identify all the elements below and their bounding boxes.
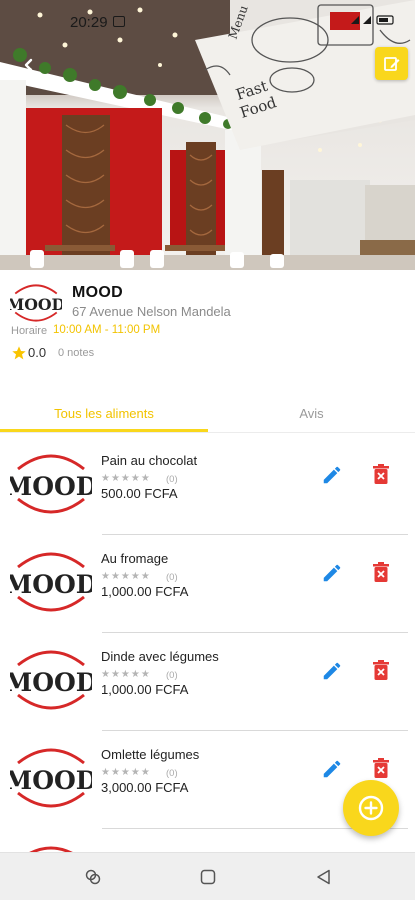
food-image: MOOD <box>10 449 92 519</box>
tab-divider <box>0 432 415 433</box>
food-price: 1,000.00 FCFA <box>101 584 189 599</box>
food-price: 500.00 FCFA <box>101 486 178 501</box>
mood-logo-image <box>29 846 73 852</box>
food-item[interactable]: MOOD Dinde avec légumes ★★★★★ (0) 1,000.… <box>0 633 415 731</box>
back-button[interactable] <box>14 50 44 80</box>
tab-all-foods[interactable]: Tous les aliments <box>0 393 208 433</box>
recents-icon <box>85 869 101 885</box>
status-icons <box>349 14 397 29</box>
add-circle-icon <box>358 795 384 821</box>
food-image: MOOD <box>10 743 92 813</box>
rating-value: 0.0 <box>28 345 47 360</box>
nav-home-button[interactable] <box>198 867 218 887</box>
food-name: Au fromage <box>101 551 169 566</box>
trash-icon[interactable] <box>372 464 390 484</box>
gallery-notification-icon <box>113 16 125 27</box>
nav-recents-button[interactable] <box>83 867 103 887</box>
pencil-icon[interactable] <box>321 464 343 486</box>
back-arrow-icon <box>24 58 33 72</box>
trash-icon[interactable] <box>372 758 390 778</box>
system-navigation-bar <box>0 852 415 900</box>
status-time: 20:29 <box>70 14 108 31</box>
edit-restaurant-button[interactable] <box>375 47 408 80</box>
food-name: Omlette légumes <box>101 747 200 762</box>
restaurant-address: 67 Avenue Nelson Mandela <box>72 304 231 319</box>
svg-text:MOOD: MOOD <box>10 570 92 599</box>
svg-text:MOOD: MOOD <box>10 472 92 501</box>
add-food-button[interactable] <box>343 780 399 836</box>
food-item[interactable]: MOOD Pain au chocolat ★★★★★ (0) 500.00 F… <box>0 437 415 535</box>
nav-back-button[interactable] <box>314 867 334 887</box>
food-item-partial[interactable] <box>0 829 415 852</box>
food-review-count: (0) <box>166 572 178 583</box>
food-review-count: (0) <box>166 474 178 485</box>
food-price: 3,000.00 FCFA <box>101 780 189 795</box>
food-name: Pain au chocolat <box>101 453 198 468</box>
triangle-back-icon <box>317 869 330 885</box>
pencil-icon[interactable] <box>321 758 343 780</box>
restaurant-name: MOOD <box>72 284 123 301</box>
star-icon <box>12 346 26 360</box>
edit-note-icon <box>383 56 399 71</box>
food-image: MOOD <box>10 547 92 617</box>
hours-label: Horaire <box>11 325 48 337</box>
svg-text:MOOD: MOOD <box>10 766 92 795</box>
trash-icon[interactable] <box>372 660 390 680</box>
food-item[interactable]: MOOD Au fromage ★★★★★ (0) 1,000.00 FCFA <box>0 535 415 633</box>
food-rating-stars: ★★★★★ <box>101 767 151 778</box>
mood-logo-image: MOOD <box>10 552 92 612</box>
home-icon <box>200 869 216 885</box>
pencil-icon[interactable] <box>321 660 343 682</box>
food-price: 1,000.00 FCFA <box>101 682 189 697</box>
tab-reviews[interactable]: Avis <box>208 393 415 433</box>
food-rating-stars: ★★★★★ <box>101 669 151 680</box>
mood-logo-image: MOOD <box>10 454 92 514</box>
food-review-count: (0) <box>166 768 178 779</box>
food-image <box>10 841 92 852</box>
mood-logo-image: MOOD <box>10 284 62 322</box>
food-review-count: (0) <box>166 670 178 681</box>
restaurant-logo: MOOD <box>10 281 62 325</box>
svg-text:MOOD: MOOD <box>10 668 92 697</box>
food-rating-stars: ★★★★★ <box>101 571 151 582</box>
mood-logo-image: MOOD <box>10 650 92 710</box>
signal-battery-icon <box>351 15 394 25</box>
trash-icon[interactable] <box>372 562 390 582</box>
status-bar: 20:29 <box>0 0 415 40</box>
restaurant-cover-image: Fast Food Menu 20:29 <box>0 0 415 270</box>
restaurant-interior-photo: Fast Food Menu <box>0 0 415 270</box>
pencil-icon[interactable] <box>321 562 343 584</box>
svg-text:MOOD: MOOD <box>10 295 62 314</box>
food-image: MOOD <box>10 645 92 715</box>
mood-logo-image: MOOD <box>10 748 92 808</box>
food-rating-stars: ★★★★★ <box>101 473 151 484</box>
opening-hours: 10:00 AM - 11:00 PM <box>53 324 161 336</box>
notes-count: 0 notes <box>58 347 95 359</box>
food-name: Dinde avec légumes <box>101 649 219 664</box>
